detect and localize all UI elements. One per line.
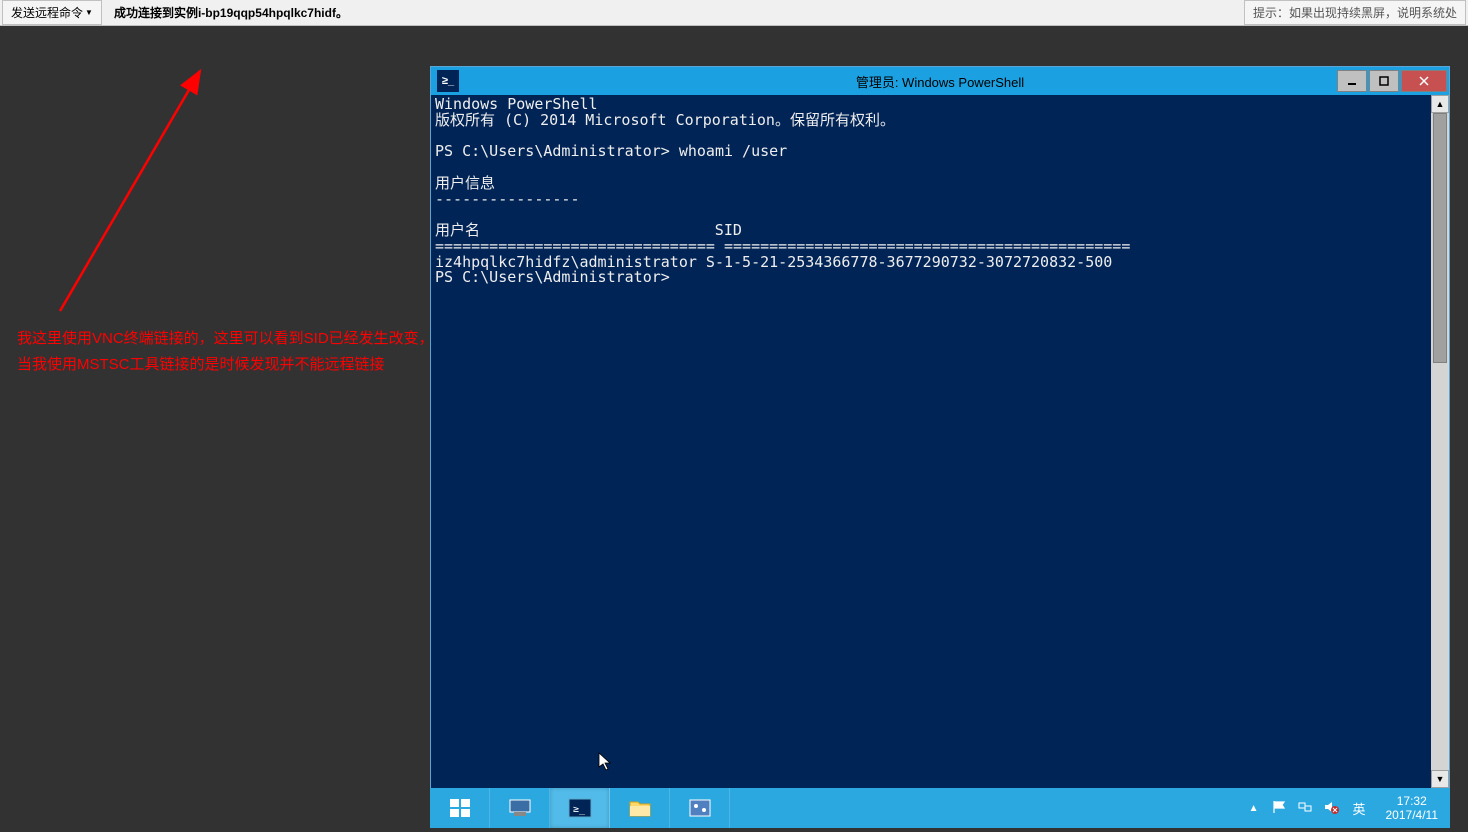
control-panel-icon [686, 794, 714, 822]
server-manager-button[interactable] [490, 788, 550, 828]
vnc-toolbar: 发送远程命令 ▼ 成功连接到实例i-bp19qqp54hpqlkc7hidf。 … [0, 0, 1468, 26]
close-button[interactable] [1401, 70, 1447, 92]
control-panel-button[interactable] [670, 788, 730, 828]
minimize-button[interactable] [1337, 70, 1367, 92]
send-remote-command-button[interactable]: 发送远程命令 ▼ [2, 0, 102, 25]
windows-taskbar: ≥_ ▲ [430, 788, 1450, 828]
annotation-line1: 我这里使用VNC终端链接的，这里可以看到SID已经发生改变， [17, 326, 434, 352]
clock-time: 17:32 [1386, 794, 1439, 808]
file-explorer-button[interactable] [610, 788, 670, 828]
system-tray: ▲ 英 17:32 201 [1241, 788, 1450, 828]
clock[interactable]: 17:32 2017/4/11 [1374, 794, 1451, 823]
powershell-scrollbar[interactable]: ▲ ▼ [1431, 95, 1449, 788]
volume-icon[interactable] [1318, 799, 1344, 818]
scroll-thumb[interactable] [1433, 113, 1447, 363]
tip-text: 提示：如果出现持续黑屏，说明系统处 [1244, 0, 1466, 25]
powershell-titlebar[interactable]: ≥_ 管理员: Windows PowerShell [431, 67, 1449, 95]
annotation-arrow [40, 61, 220, 321]
minimize-icon [1347, 76, 1357, 86]
close-icon [1418, 75, 1430, 87]
powershell-window: ≥_ 管理员: Windows PowerShell Windows Power… [430, 66, 1450, 789]
remote-viewer-area: 我这里使用VNC终端链接的，这里可以看到SID已经发生改变， 当我使用MSTSC… [0, 26, 1468, 832]
svg-text:≥_: ≥_ [573, 804, 586, 815]
network-icon[interactable] [1292, 799, 1318, 818]
flag-icon[interactable] [1266, 799, 1292, 818]
start-button[interactable] [430, 788, 490, 828]
dropdown-caret-icon: ▼ [85, 8, 93, 17]
folder-icon [626, 794, 654, 822]
language-indicator[interactable]: 英 [1344, 799, 1373, 818]
clock-date: 2017/4/11 [1386, 808, 1439, 822]
annotation-text: 我这里使用VNC终端链接的，这里可以看到SID已经发生改变， 当我使用MSTSC… [17, 326, 434, 377]
powershell-title: 管理员: Windows PowerShell [856, 72, 1024, 91]
powershell-icon: ≥_ [437, 70, 459, 92]
maximize-icon [1379, 76, 1389, 86]
window-controls [1337, 70, 1449, 92]
connection-status-text: 成功连接到实例i-bp19qqp54hpqlkc7hidf。 [114, 4, 348, 21]
powershell-taskbar-icon: ≥_ [566, 794, 594, 822]
scroll-down-button[interactable]: ▼ [1431, 770, 1449, 788]
scroll-up-button[interactable]: ▲ [1431, 95, 1449, 113]
annotation-line2: 当我使用MSTSC工具链接的是时候发现并不能远程链接 [17, 352, 434, 378]
windows-desktop: ≥_ 管理员: Windows PowerShell Windows Power… [430, 66, 1450, 828]
windows-logo-icon [448, 796, 472, 820]
send-cmd-label: 发送远程命令 [11, 4, 83, 21]
powershell-terminal[interactable]: Windows PowerShell 版权所有 (C) 2014 Microso… [431, 95, 1449, 788]
server-manager-icon [506, 794, 534, 822]
tray-expand-button[interactable]: ▲ [1241, 803, 1267, 814]
powershell-taskbar-button[interactable]: ≥_ [550, 788, 610, 828]
maximize-button[interactable] [1369, 70, 1399, 92]
